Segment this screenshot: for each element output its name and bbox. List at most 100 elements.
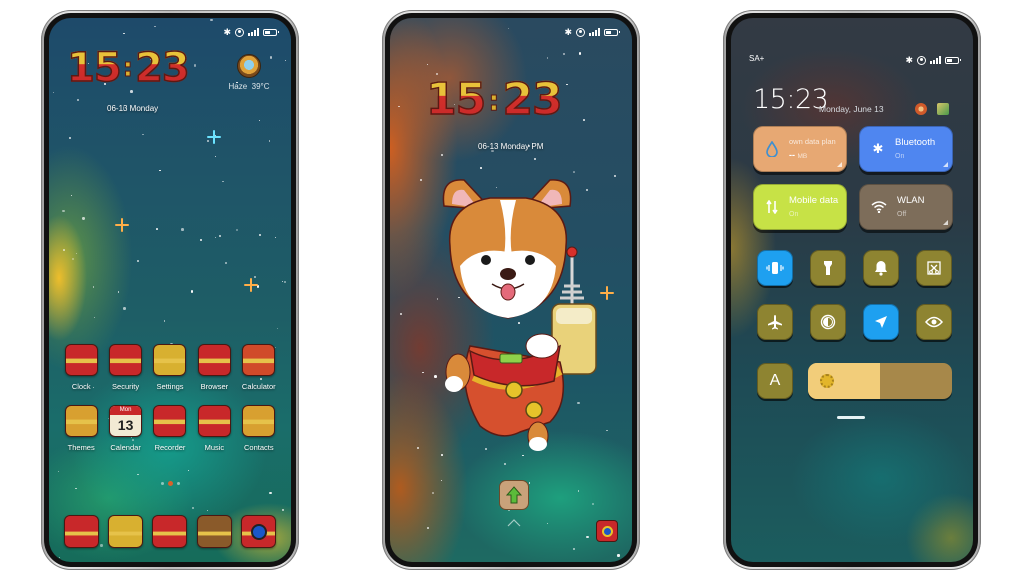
dock-gallery[interactable] [192,515,236,548]
camera-shortcut-button[interactable] [596,520,618,542]
star-dot [426,64,429,66]
app-calendar[interactable]: Mon 13 Calendar [103,405,147,452]
app-label: Settings [156,382,184,391]
star-dot [504,463,506,465]
weather-text: Haze 39°C [219,82,279,91]
tile-title: own data plan [789,137,836,146]
corgi-astronaut-illustration [442,179,597,451]
star-dot [130,90,133,93]
calculator-icon [242,344,276,376]
themes-icon [64,405,98,437]
app-label: Clock [71,382,91,391]
star-dot [422,371,424,373]
app-label: Security [112,382,140,391]
phone-bezel: ✱ 15 : 23 06-13 Monday PM [385,13,637,567]
star-dot [566,83,568,86]
page-dot[interactable] [176,482,180,485]
sun-icon [820,374,834,388]
lock-clock: 15 : 23 [425,77,563,123]
star-dot [123,32,125,34]
recorder-icon [153,405,187,437]
star-dot [199,238,203,241]
page-dot[interactable] [160,482,164,485]
bluetooth-tile[interactable]: ✱ Bluetooth On [859,126,953,172]
home-screen: ✱ 15 : 23 06-13 Monday Haze 39°C Clock S… [49,18,291,562]
clock-icon [64,344,98,376]
contrast-icon [820,314,836,330]
location-toggle[interactable] [863,304,899,340]
app-clock[interactable]: Clock [59,344,103,391]
do-not-disturb-icon [917,55,926,65]
settings-gear-icon[interactable] [915,103,927,115]
star-dot [398,105,400,108]
messages-icon [108,515,144,548]
star-dot [82,217,85,220]
star-dot [277,327,279,330]
wlan-tile[interactable]: WLAN Off [859,184,953,230]
signal-icon [930,56,941,64]
swipe-up-unlock-button[interactable] [499,480,529,510]
phone-bezel: ✱ 15 : 23 06-13 Monday Haze 39°C Clock S… [44,13,296,567]
dock-camera[interactable] [237,515,281,548]
app-grid: Clock Security Settings Browser Calculator Th… [59,344,281,452]
dock-phone[interactable] [59,515,103,548]
app-contacts[interactable]: Contacts [237,405,281,452]
star-dot [187,469,189,472]
app-security[interactable]: Security [103,344,147,391]
signal-icon [248,28,259,36]
star-dot [222,180,224,183]
edit-icon[interactable] [937,103,949,115]
star-dot [181,228,184,231]
mobile-data-tile[interactable]: Mobile data On [753,184,847,230]
app-recorder[interactable]: Recorder [148,405,192,452]
star-dot [269,491,272,494]
data-unit: MB [797,153,808,161]
reading-mode-toggle[interactable] [916,304,952,340]
vibrate-toggle[interactable] [757,250,793,286]
ringer-toggle[interactable] [863,250,899,286]
flashlight-toggle[interactable] [810,250,846,286]
location-arrow-icon [875,316,887,328]
app-themes[interactable]: Themes [59,405,103,452]
lock-screen: ✱ 15 : 23 06-13 Monday PM [390,18,632,562]
dark-mode-toggle[interactable] [810,304,846,340]
phone-lock-screen: ✱ 15 : 23 06-13 Monday PM [382,10,640,570]
star-dot [93,316,96,319]
star-dot [546,57,549,59]
star-dot [75,487,77,490]
auto-brightness-button[interactable]: A [757,363,793,399]
app-settings[interactable]: Settings [148,344,192,391]
music-icon [197,405,231,437]
dock-messages[interactable] [103,515,147,548]
status-bar: ✱ [223,26,279,38]
do-not-disturb-icon [576,27,585,37]
star-dot [573,548,576,551]
star-dot [268,140,271,142]
gallery-icon [196,515,232,548]
star-dot [137,473,139,476]
star-dot [123,307,126,310]
screenshot-toggle[interactable] [916,250,952,286]
mobile-data-icon [765,199,779,215]
weather-condition: Haze [228,82,248,91]
app-music[interactable]: Music [192,405,236,452]
home-indicator[interactable] [837,416,865,419]
brightness-slider[interactable] [808,363,952,399]
clock-widget[interactable]: 15 : 23 [66,47,190,89]
star-dot [154,25,156,27]
page-dot-active[interactable] [167,481,173,486]
weather-widget[interactable]: Haze 39°C [219,54,279,91]
tile-status: Off [897,210,907,218]
star-dot [159,169,161,172]
app-label: Calendar [110,443,141,452]
dock-notes[interactable] [148,515,192,548]
star-dot [62,209,65,212]
airplane-mode-toggle[interactable] [757,304,793,340]
star-dot [578,52,581,55]
data-usage-tile[interactable]: own data plan -- MB [753,126,847,172]
app-calculator[interactable]: Calculator [237,344,281,391]
star-dot [547,522,549,524]
app-browser[interactable]: Browser [192,344,236,391]
date-label: 06-13 Monday PM [478,142,544,151]
bluetooth-icon: ✱ [905,54,913,65]
